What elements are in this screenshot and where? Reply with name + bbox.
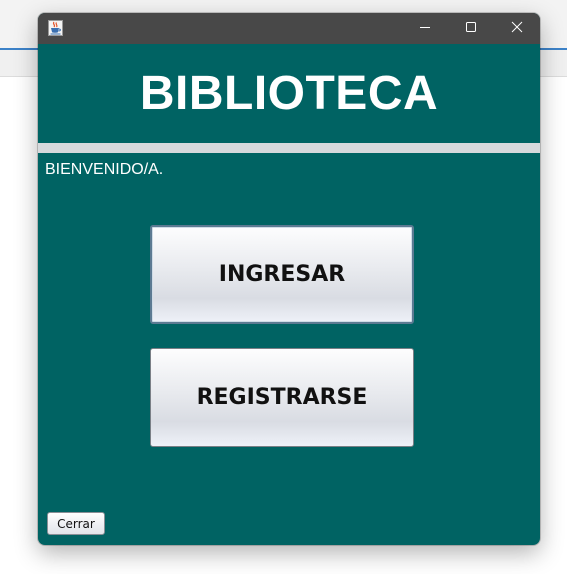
welcome-label: BIENVENIDO/A. bbox=[45, 161, 164, 178]
header-separator bbox=[38, 143, 540, 153]
minimize-button[interactable] bbox=[402, 13, 448, 44]
app-window: BIBLIOTECA BIENVENIDO/A. INGRESAR REGIST… bbox=[38, 13, 540, 545]
ingresar-button[interactable]: INGRESAR bbox=[150, 225, 414, 324]
maximize-icon bbox=[465, 20, 477, 38]
page-title: BIBLIOTECA bbox=[139, 67, 439, 120]
minimize-icon bbox=[419, 20, 431, 38]
header-panel: BIBLIOTECA bbox=[38, 44, 540, 143]
cerrar-button[interactable]: Cerrar bbox=[47, 512, 105, 535]
java-cup-icon bbox=[48, 20, 63, 36]
close-icon bbox=[511, 20, 523, 38]
close-button[interactable] bbox=[494, 13, 540, 44]
window-titlebar[interactable] bbox=[38, 13, 540, 44]
registrarse-button[interactable]: REGISTRARSE bbox=[150, 348, 414, 447]
maximize-button[interactable] bbox=[448, 13, 494, 44]
